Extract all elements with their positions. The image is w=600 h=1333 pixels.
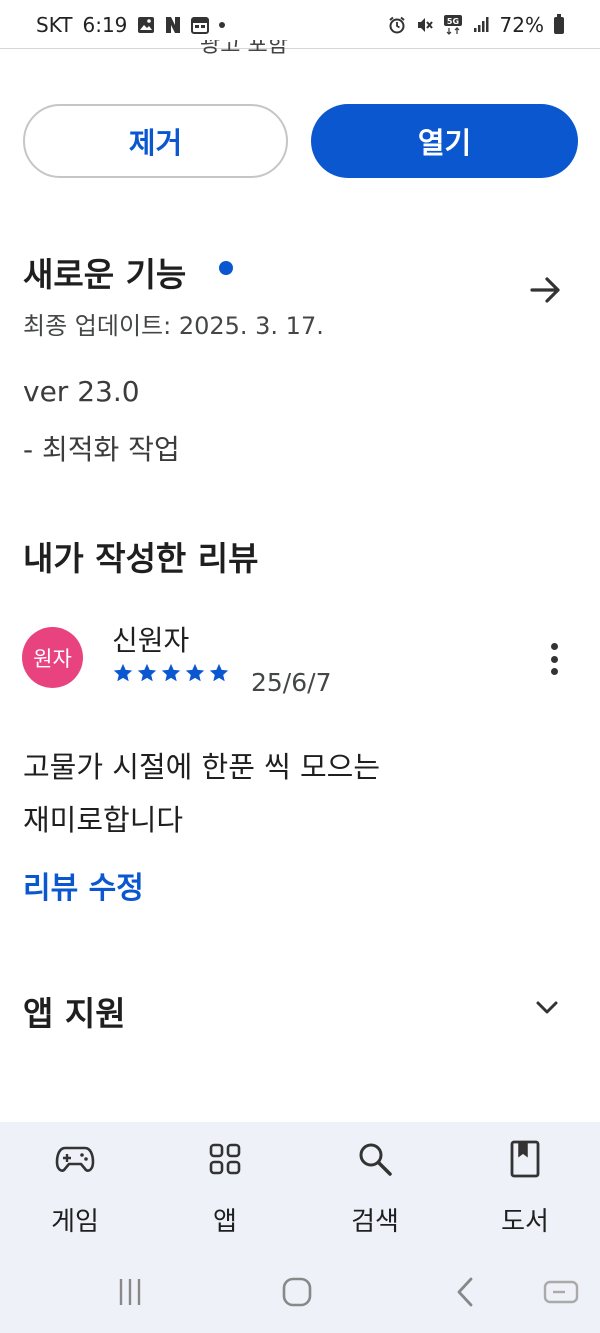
nav-item-games[interactable]: 게임	[15, 1122, 135, 1252]
naver-icon	[165, 16, 181, 34]
notification-dot-icon	[219, 22, 226, 28]
remove-button[interactable]: 제거	[23, 104, 288, 178]
open-button[interactable]: 열기	[311, 104, 578, 178]
signal-icon	[472, 16, 490, 34]
star-icon	[185, 663, 205, 682]
my-review-title: 내가 작성한 리뷰	[23, 539, 259, 578]
whats-new-title[interactable]: 새로운 기능	[23, 248, 186, 296]
ads-notice-fragment: 광고 포함	[200, 40, 320, 64]
reviewer-name: 신원자	[112, 624, 190, 657]
keyboard-toggle-icon[interactable]	[541, 1272, 581, 1312]
alarm-icon	[388, 16, 406, 34]
battery-percent: 72%	[499, 13, 544, 37]
new-indicator-dot	[219, 261, 233, 275]
recent-apps-icon[interactable]	[110, 1272, 150, 1312]
system-nav-bar	[0, 1252, 600, 1333]
nav-item-books[interactable]: 도서	[465, 1122, 585, 1252]
release-notes: - 최적화 작업	[23, 433, 180, 466]
calendar-icon	[191, 16, 210, 34]
nav-item-apps[interactable]: 앱	[165, 1122, 285, 1252]
book-icon	[505, 1139, 545, 1179]
review-date: 25/6/7	[251, 668, 332, 697]
review-text-line-2: 재미로합니다	[23, 803, 184, 837]
carrier-label: SKT	[36, 13, 73, 37]
edit-review-link[interactable]: 리뷰 수정	[23, 863, 144, 907]
network-5g-label: 5G	[446, 17, 458, 26]
chevron-down-icon[interactable]	[533, 993, 561, 1021]
status-left: SKT 6:19	[36, 13, 226, 37]
star-rating	[112, 662, 230, 684]
gamepad-icon	[55, 1139, 95, 1179]
gallery-icon	[137, 16, 155, 34]
star-icon	[137, 663, 157, 682]
network-5g-icon: 5G	[443, 15, 462, 35]
nav-label-games: 게임	[51, 1207, 99, 1237]
clock: 6:19	[82, 13, 128, 37]
status-right: 5G 72%	[388, 13, 564, 37]
apps-grid-icon	[205, 1139, 245, 1179]
avatar: 원자	[22, 627, 83, 688]
arrow-right-icon[interactable]	[526, 270, 566, 310]
battery-icon	[554, 13, 564, 34]
ads-notice-text: 광고 포함	[200, 40, 288, 58]
nav-label-search: 검색	[351, 1207, 399, 1237]
screen: SKT 6:19 5G 72% 광고 포함 제거 열기 새로운 기능 최종 업데…	[0, 0, 600, 1333]
star-icon	[113, 663, 133, 682]
nav-label-apps: 앱	[213, 1207, 237, 1237]
back-icon[interactable]	[446, 1272, 486, 1312]
nav-item-search[interactable]: 검색	[315, 1122, 435, 1252]
more-options-icon[interactable]	[540, 639, 568, 679]
review-text: 고물가 시절에 한푼 씩 모으는 재미로합니다	[23, 741, 543, 847]
nav-label-books: 도서	[501, 1207, 549, 1237]
last-updated-date: 최종 업데이트: 2025. 3. 17.	[23, 312, 324, 340]
bottom-nav: 게임 앱 검색 도서	[0, 1122, 600, 1252]
star-icon	[161, 663, 181, 682]
home-icon[interactable]	[277, 1272, 317, 1312]
star-icon	[209, 663, 229, 682]
review-text-line-1: 고물가 시절에 한푼 씩 모으는	[23, 750, 381, 784]
mute-icon	[416, 16, 434, 34]
search-icon	[355, 1139, 395, 1179]
app-support-title[interactable]: 앱 지원	[23, 987, 126, 1035]
version-text: ver 23.0	[23, 375, 140, 408]
